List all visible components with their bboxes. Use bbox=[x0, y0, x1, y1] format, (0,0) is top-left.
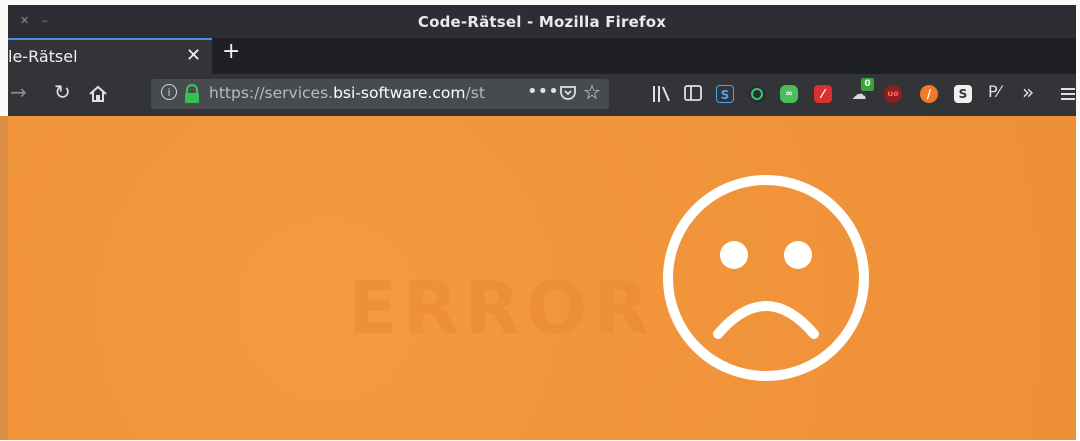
sidebar-icon[interactable] bbox=[684, 85, 702, 101]
window-title: Code-Rätsel - Mozilla Firefox bbox=[417, 13, 667, 31]
home-icon[interactable] bbox=[88, 84, 108, 104]
content-edge bbox=[0, 116, 8, 440]
s-badge-icon[interactable]: S bbox=[954, 85, 972, 103]
back-arrow-icon[interactable]: → bbox=[10, 80, 27, 104]
library-icon[interactable] bbox=[652, 85, 672, 103]
orange-circle-icon[interactable]: / bbox=[920, 85, 938, 103]
browser-window: ✕ – Code-Rätsel - Mozilla Firefox le-Rät… bbox=[0, 0, 1080, 441]
pocket-icon[interactable] bbox=[559, 84, 577, 102]
tab-code-raetsel[interactable]: le-Rätsel ✕ bbox=[8, 38, 212, 74]
circle-extension-icon[interactable] bbox=[748, 85, 766, 103]
py-icon[interactable]: P⁄ bbox=[988, 82, 1000, 101]
s-extension-icon[interactable]: S bbox=[716, 85, 734, 103]
tab-label: le-Rätsel bbox=[8, 47, 78, 66]
url-path: /st bbox=[465, 84, 485, 102]
title-bar: ✕ – Code-Rätsel - Mozilla Firefox bbox=[8, 5, 1076, 39]
badge-count: 0 bbox=[861, 78, 874, 91]
ublock-icon[interactable]: uo bbox=[884, 85, 902, 103]
page-actions-icon[interactable]: ••• bbox=[527, 81, 559, 102]
url-domain: bsi-software.com bbox=[333, 84, 466, 102]
navigation-bar: → ↻ i https://services.bsi-software.com/… bbox=[8, 74, 1076, 116]
sad-face-icon bbox=[663, 175, 869, 381]
tab-bar: le-Rätsel ✕ + bbox=[8, 38, 1076, 74]
reload-icon[interactable]: ↻ bbox=[54, 80, 71, 104]
url-prefix: https://services. bbox=[209, 84, 334, 102]
green-extension-icon[interactable]: ∞ bbox=[780, 85, 798, 103]
tab-close-icon[interactable]: ✕ bbox=[186, 45, 201, 66]
menu-icon[interactable] bbox=[1060, 86, 1076, 102]
url-bar[interactable]: i https://services.bsi-software.com/st •… bbox=[151, 79, 609, 109]
info-icon[interactable]: i bbox=[161, 84, 177, 100]
page-content: ERROR bbox=[8, 116, 1076, 440]
lock-icon[interactable] bbox=[183, 84, 201, 104]
red-extension-icon[interactable]: ⁄ bbox=[814, 85, 832, 103]
new-tab-button[interactable]: + bbox=[222, 39, 240, 64]
url-text[interactable]: https://services.bsi-software.com/st bbox=[209, 84, 499, 102]
bookmark-star-icon[interactable]: ☆ bbox=[583, 80, 601, 104]
faint-background-text: ERROR bbox=[348, 266, 655, 350]
overflow-chevron-icon[interactable]: » bbox=[1022, 80, 1034, 104]
